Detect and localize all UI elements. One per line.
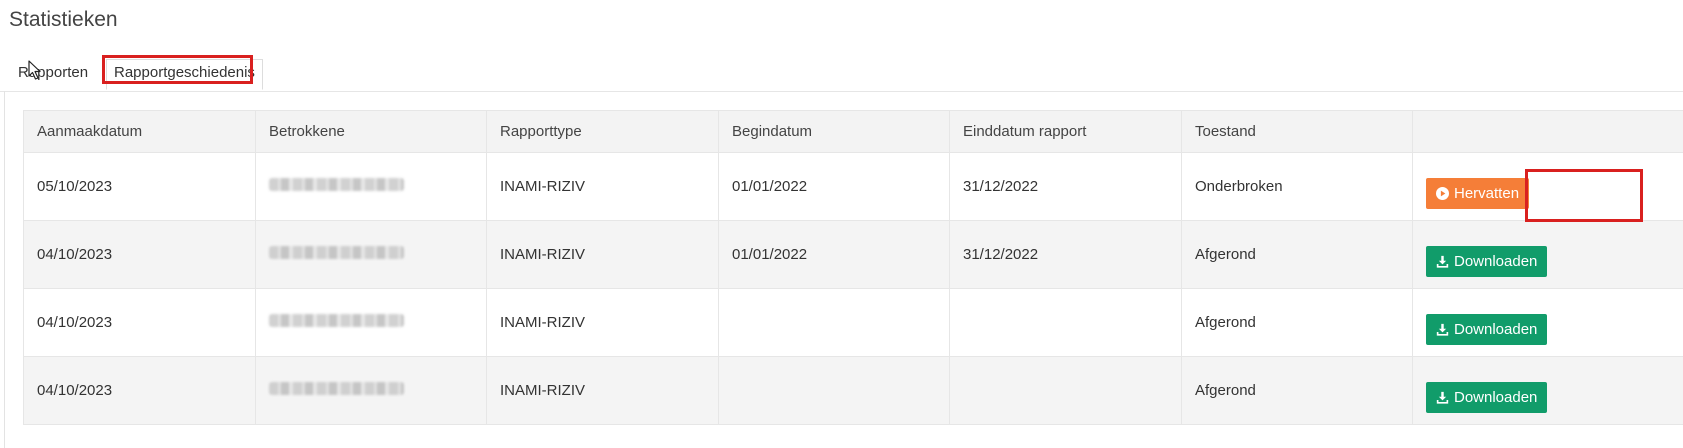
download-icon <box>1436 255 1449 268</box>
column-header-toestand[interactable]: Toestand <box>1181 110 1413 153</box>
cell-report-type: INAMI-RIZIV <box>486 152 719 221</box>
download-button-label: Downloaden <box>1454 253 1538 270</box>
table-row: 04/10/2023 INAMI-RIZIV Afgerond Download… <box>23 356 1683 425</box>
column-header-betrokkene[interactable]: Betrokkene <box>255 110 487 153</box>
cell-action: Downloaden <box>1412 356 1683 425</box>
cell-action: Downloaden <box>1412 220 1683 289</box>
cell-start-date: 01/01/2022 <box>718 152 950 221</box>
cell-subject <box>255 220 487 289</box>
cell-end-date: 31/12/2022 <box>949 152 1182 221</box>
download-button-label: Downloaden <box>1454 321 1538 338</box>
column-header-aanmaakdatum[interactable]: Aanmaakdatum <box>23 110 256 153</box>
cell-start-date <box>718 288 950 357</box>
cell-created: 04/10/2023 <box>23 356 256 425</box>
play-circle-icon <box>1436 187 1449 200</box>
table-row: 04/10/2023 INAMI-RIZIV 01/01/2022 31/12/… <box>23 220 1683 289</box>
table-row: 05/10/2023 INAMI-RIZIV 01/01/2022 31/12/… <box>23 152 1683 221</box>
mouse-cursor-icon <box>28 60 41 80</box>
page-title: Statistieken <box>9 8 118 31</box>
column-header-begindatum[interactable]: Begindatum <box>718 110 950 153</box>
redacted-name <box>269 382 404 395</box>
cell-action: Downloaden <box>1412 288 1683 357</box>
tab-rapportgeschiedenis[interactable]: Rapportgeschiedenis <box>106 59 263 90</box>
redacted-name <box>269 314 404 327</box>
download-icon <box>1436 391 1449 404</box>
resume-button-label: Hervatten <box>1454 185 1520 202</box>
cell-subject <box>255 356 487 425</box>
cell-action: Hervatten <box>1412 152 1683 221</box>
cell-subject <box>255 152 487 221</box>
cell-created: 05/10/2023 <box>23 152 256 221</box>
cell-created: 04/10/2023 <box>23 220 256 289</box>
redacted-name <box>269 178 404 191</box>
column-header-actions <box>1412 110 1683 153</box>
tab-bar: Rapporten Rapportgeschiedenis <box>0 55 1683 92</box>
column-header-einddatum[interactable]: Einddatum rapport <box>949 110 1182 153</box>
download-button[interactable]: Downloaden <box>1426 246 1548 277</box>
report-history-table: Aanmaakdatum Betrokkene Rapporttype Begi… <box>23 110 1683 425</box>
redacted-name <box>269 246 404 259</box>
cell-status: Afgerond <box>1181 288 1413 357</box>
cell-status: Afgerond <box>1181 356 1413 425</box>
cell-report-type: INAMI-RIZIV <box>486 288 719 357</box>
cell-subject <box>255 288 487 357</box>
download-button[interactable]: Downloaden <box>1426 382 1548 413</box>
cell-status: Afgerond <box>1181 220 1413 289</box>
resume-button[interactable]: Hervatten <box>1426 178 1530 209</box>
cell-created: 04/10/2023 <box>23 288 256 357</box>
cell-end-date <box>949 356 1182 425</box>
download-button[interactable]: Downloaden <box>1426 314 1548 345</box>
table-header-row: Aanmaakdatum Betrokkene Rapporttype Begi… <box>23 110 1683 153</box>
column-header-rapporttype[interactable]: Rapporttype <box>486 110 719 153</box>
download-icon <box>1436 323 1449 336</box>
cell-end-date: 31/12/2022 <box>949 220 1182 289</box>
table-row: 04/10/2023 INAMI-RIZIV Afgerond Download… <box>23 288 1683 357</box>
download-button-label: Downloaden <box>1454 389 1538 406</box>
cell-end-date <box>949 288 1182 357</box>
cell-start-date: 01/01/2022 <box>718 220 950 289</box>
cell-report-type: INAMI-RIZIV <box>486 220 719 289</box>
cell-status: Onderbroken <box>1181 152 1413 221</box>
cell-report-type: INAMI-RIZIV <box>486 356 719 425</box>
cell-start-date <box>718 356 950 425</box>
